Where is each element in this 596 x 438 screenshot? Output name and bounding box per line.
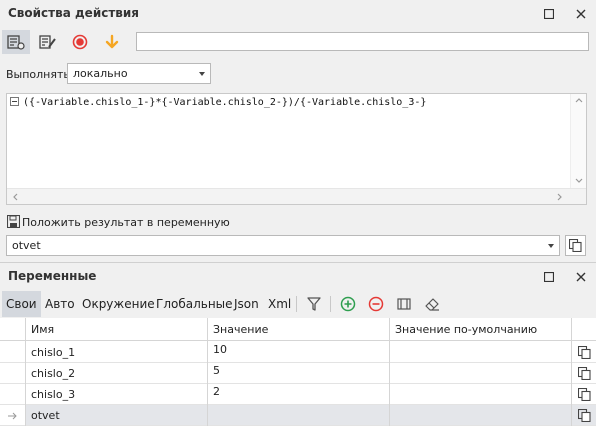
variables-tabs: Свои Авто Окружение Глобальные Json Xml	[0, 291, 596, 317]
table-row-value[interactable]: 5	[208, 363, 390, 384]
filter-icon[interactable]	[306, 296, 322, 312]
save-disk-icon	[7, 215, 20, 228]
row-indicator	[0, 405, 26, 426]
table-row-name[interactable]: chislo_3	[26, 384, 208, 405]
table-row-name[interactable]: chislo_2	[26, 363, 208, 384]
row-action-cell	[572, 405, 596, 426]
column-divider	[389, 318, 390, 426]
vertical-scrollbar[interactable]	[570, 94, 586, 188]
table-row-default[interactable]	[390, 363, 572, 384]
column-divider	[25, 318, 26, 426]
scroll-left-icon[interactable]	[12, 193, 18, 201]
result-variable-value: otvet	[12, 239, 41, 252]
action-column-header	[572, 318, 596, 341]
current-row-arrow-icon	[8, 412, 17, 420]
copy-icon[interactable]	[578, 367, 591, 380]
row-indicator	[0, 342, 26, 363]
column-divider	[571, 318, 572, 426]
table-row-default[interactable]	[390, 384, 572, 405]
table-row-value[interactable]: 10	[208, 342, 390, 363]
horizontal-scrollbar[interactable]	[7, 188, 586, 204]
row-indicator	[0, 384, 26, 405]
save-result-label: Положить результат в переменную	[22, 216, 230, 229]
expression-code[interactable]: ({-Variable.chislo_1-}*{-Variable.chislo…	[23, 97, 426, 108]
copy-icon[interactable]	[578, 409, 591, 422]
tab-auto[interactable]: Авто	[41, 291, 79, 317]
tab-json[interactable]: Json	[230, 291, 263, 317]
tab-xml[interactable]: Xml	[264, 291, 295, 317]
variables-header: Переменные	[0, 263, 596, 291]
table-row-name[interactable]: otvet	[26, 405, 208, 426]
tab-own[interactable]: Свои	[2, 291, 41, 317]
panel-title: Свойства действия	[8, 6, 140, 20]
copy-icon[interactable]	[565, 235, 586, 256]
expression-editor[interactable]: ({-Variable.chislo_1-}*{-Variable.chislo…	[6, 93, 587, 205]
edit-note-icon[interactable]	[34, 30, 62, 54]
execute-mode-select[interactable]: локально	[67, 63, 211, 84]
toolbar-separator	[296, 296, 297, 312]
column-divider	[207, 318, 208, 426]
execute-mode-value: локально	[73, 67, 128, 80]
execute-label: Выполнять	[6, 68, 70, 81]
arrow-down-icon[interactable]	[98, 30, 126, 54]
table-row-value[interactable]	[208, 405, 390, 426]
column-header-value[interactable]: Значение	[208, 318, 390, 341]
add-variable-icon[interactable]	[340, 296, 356, 312]
table-row-name[interactable]: chislo_1	[26, 342, 208, 363]
toolbar-separator	[330, 296, 331, 312]
row-action-cell	[572, 384, 596, 405]
row-indicator-header	[0, 318, 26, 341]
copy-icon[interactable]	[578, 388, 591, 401]
maximize-icon[interactable]	[540, 268, 558, 286]
result-variable-select[interactable]: otvet	[6, 235, 560, 256]
column-header-name[interactable]: Имя	[26, 318, 208, 341]
tab-global[interactable]: Глобальные	[152, 291, 237, 317]
tab-environment[interactable]: Окружение	[78, 291, 159, 317]
fold-toggle-icon[interactable]	[10, 97, 19, 106]
chevron-down-icon	[548, 244, 554, 248]
remove-variable-icon[interactable]	[368, 296, 384, 312]
maximize-icon[interactable]	[540, 5, 558, 23]
eraser-icon[interactable]	[424, 296, 440, 312]
copy-icon[interactable]	[578, 346, 591, 359]
scroll-down-icon[interactable]	[575, 178, 583, 184]
row-action-cell	[572, 342, 596, 363]
panel-title: Переменные	[8, 269, 97, 283]
scroll-right-icon[interactable]	[557, 193, 563, 201]
row-action-cell	[572, 363, 596, 384]
action-properties-header: Свойства действия	[0, 0, 596, 28]
columns-icon[interactable]	[396, 296, 412, 312]
close-icon[interactable]	[572, 268, 590, 286]
row-indicator	[0, 363, 26, 384]
table-row-default[interactable]	[390, 342, 572, 363]
action-toolbar	[0, 28, 596, 56]
table-row-value[interactable]: 2	[208, 384, 390, 405]
record-icon[interactable]	[66, 30, 94, 54]
chevron-down-icon	[199, 72, 205, 76]
close-icon[interactable]	[572, 5, 590, 23]
action-comment-input[interactable]	[136, 32, 589, 51]
variables-grid: Имя Значение Значение по-умолчанию chisl…	[0, 318, 596, 438]
table-row-default[interactable]	[390, 405, 572, 426]
scroll-up-icon[interactable]	[575, 97, 583, 103]
column-header-default[interactable]: Значение по-умолчанию	[390, 318, 572, 341]
settings-list-icon[interactable]	[2, 30, 30, 54]
